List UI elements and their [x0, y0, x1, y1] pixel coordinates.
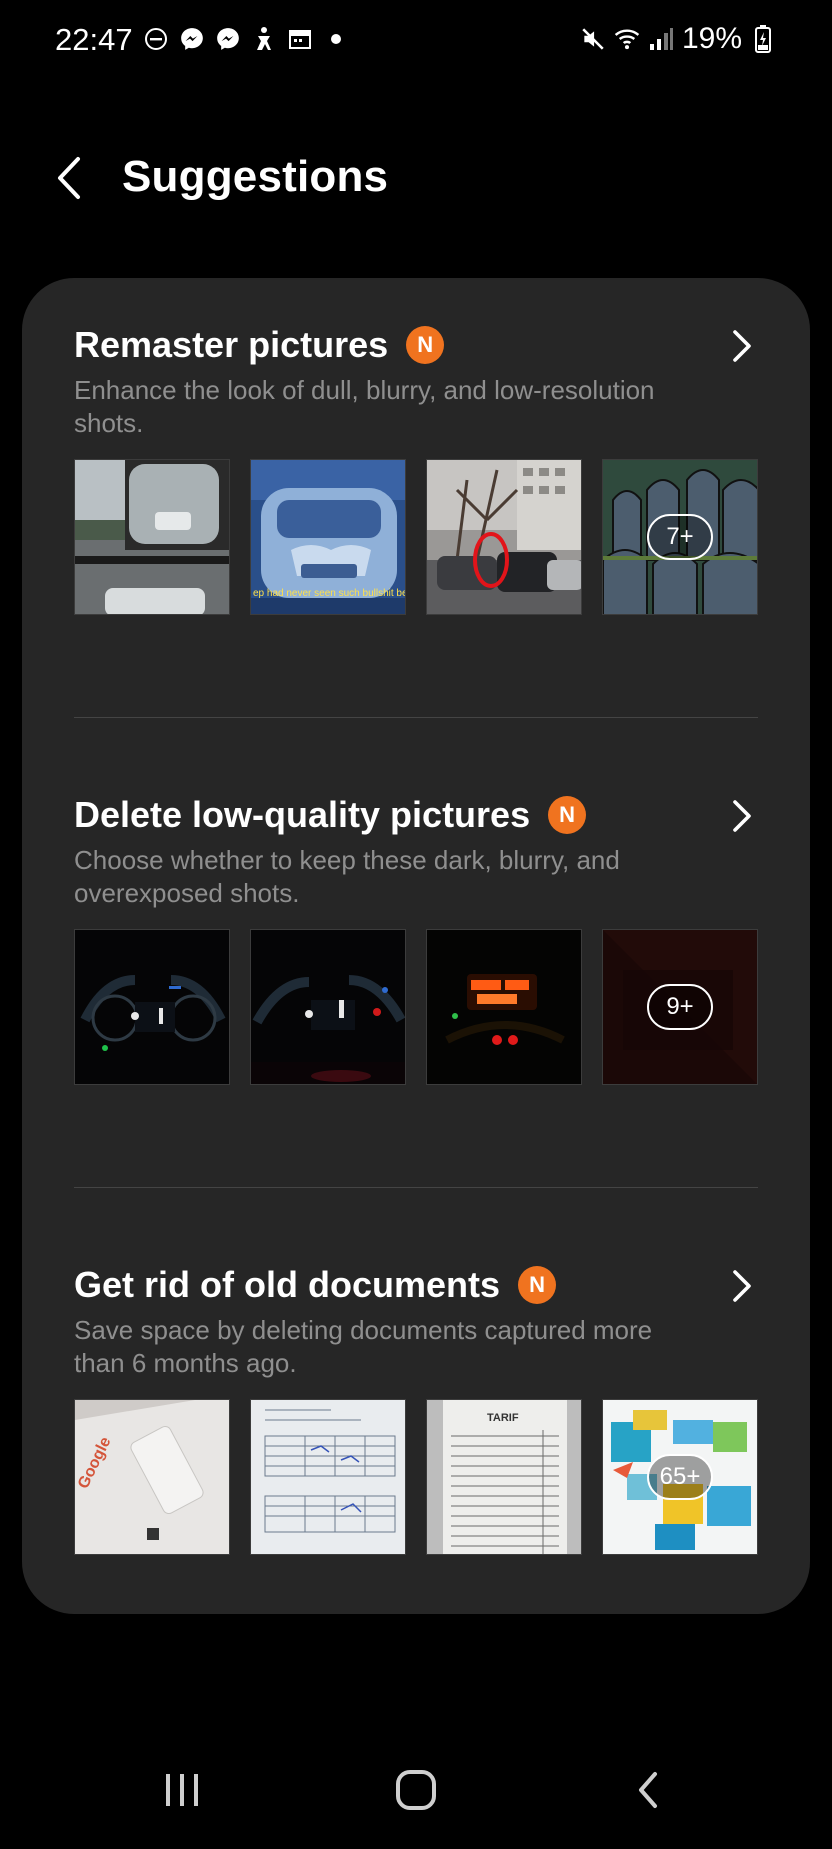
section-title: Get rid of old documents — [74, 1264, 501, 1305]
open-old-documents-button[interactable] — [722, 1266, 762, 1306]
section-title: Remaster pictures — [74, 324, 389, 365]
more-count-badge: 65+ — [647, 1454, 713, 1500]
thumbnail-dark-dashboard-1[interactable] — [74, 929, 230, 1085]
thumbnail-snow-car[interactable]: ep had never seen such bullshit befo — [250, 459, 406, 615]
thumbnail-tariff-document[interactable]: TARIF — [426, 1399, 582, 1555]
recent-apps-icon — [166, 1774, 198, 1806]
thumbnail-parking-lot[interactable] — [426, 459, 582, 615]
chevron-right-icon — [733, 330, 751, 362]
chevron-right-icon — [733, 1270, 751, 1302]
open-remaster-button[interactable] — [722, 326, 762, 366]
document-header-text: TARIF — [487, 1412, 519, 1424]
thumbnail-dark-room[interactable]: 9+ — [602, 929, 758, 1085]
wifi-icon — [614, 26, 640, 52]
thumbnail-dark-gauge[interactable] — [426, 929, 582, 1085]
section-description: Choose whether to keep these dark, blurr… — [74, 845, 620, 908]
chevron-right-icon — [733, 800, 751, 832]
status-bar: 22:47 19% — [0, 0, 832, 86]
section-old-documents[interactable]: Get rid of old documents N Save space by… — [22, 1264, 810, 1564]
section-description: Enhance the look of dull, blurry, and lo… — [74, 375, 655, 438]
section-title: Delete low-quality pictures — [74, 794, 531, 835]
thumbnail-row: 9+ — [74, 929, 758, 1086]
thumbnail-handwritten-table[interactable] — [250, 1399, 406, 1555]
new-badge: N — [406, 326, 445, 364]
calendar-icon — [287, 26, 313, 52]
more-dot-icon — [323, 26, 349, 52]
section-divider — [74, 1187, 758, 1188]
status-right: 19% — [580, 22, 776, 56]
more-count-badge: 9+ — [647, 984, 713, 1030]
signal-icon — [648, 26, 674, 52]
messenger-icon — [179, 26, 205, 52]
battery-charging-icon — [750, 25, 776, 53]
thumbnail-row: ep had never seen such bullshit befo 7+ — [74, 459, 758, 616]
battery-percentage: 19% — [681, 22, 742, 55]
section-header: Remaster pictures N — [74, 324, 445, 366]
status-time: 22:47 — [55, 22, 133, 57]
do-not-disturb-icon — [143, 26, 169, 52]
recent-apps-button[interactable] — [147, 1762, 217, 1818]
section-remaster-pictures[interactable]: Remaster pictures N Enhance the look of … — [22, 324, 810, 624]
open-low-quality-button[interactable] — [722, 796, 762, 836]
section-header: Delete low-quality pictures N — [74, 794, 587, 836]
mute-icon — [580, 26, 606, 52]
thumbnail-comic-tombstones[interactable]: 7+ — [602, 459, 758, 615]
section-header: Get rid of old documents N — [74, 1264, 557, 1306]
section-divider — [74, 717, 758, 718]
thumbnail-floor-plan[interactable]: 65+ — [602, 1399, 758, 1555]
thumbnail-row: Google TARIF 65+ — [74, 1399, 758, 1556]
thumbnail-dark-dashboard-2[interactable] — [250, 929, 406, 1085]
suggestions-card: Remaster pictures N Enhance the look of … — [22, 278, 810, 1614]
new-badge: N — [518, 1266, 557, 1304]
home-button[interactable] — [381, 1762, 451, 1818]
section-delete-low-quality[interactable]: Delete low-quality pictures N Choose whe… — [22, 794, 810, 1094]
new-badge: N — [548, 796, 587, 834]
more-count-badge: 7+ — [647, 514, 713, 560]
app-header: Suggestions — [0, 130, 832, 226]
thumbnail-google-envelope[interactable]: Google — [74, 1399, 230, 1555]
page-title: Suggestions — [122, 152, 389, 201]
chevron-left-icon — [58, 157, 80, 199]
thumbnail-caption: ep had never seen such bullshit befo — [253, 588, 405, 599]
accessibility-icon — [251, 26, 277, 52]
thumbnail-car-mirror[interactable] — [74, 459, 230, 615]
system-navigation-bar — [0, 1740, 832, 1849]
back-nav-button[interactable] — [613, 1762, 683, 1818]
notification-icons — [143, 26, 349, 52]
back-button[interactable] — [44, 148, 94, 208]
back-icon — [639, 1772, 657, 1808]
section-description: Save space by deleting documents capture… — [74, 1315, 653, 1378]
messenger-icon — [215, 26, 241, 52]
home-icon — [396, 1770, 436, 1810]
